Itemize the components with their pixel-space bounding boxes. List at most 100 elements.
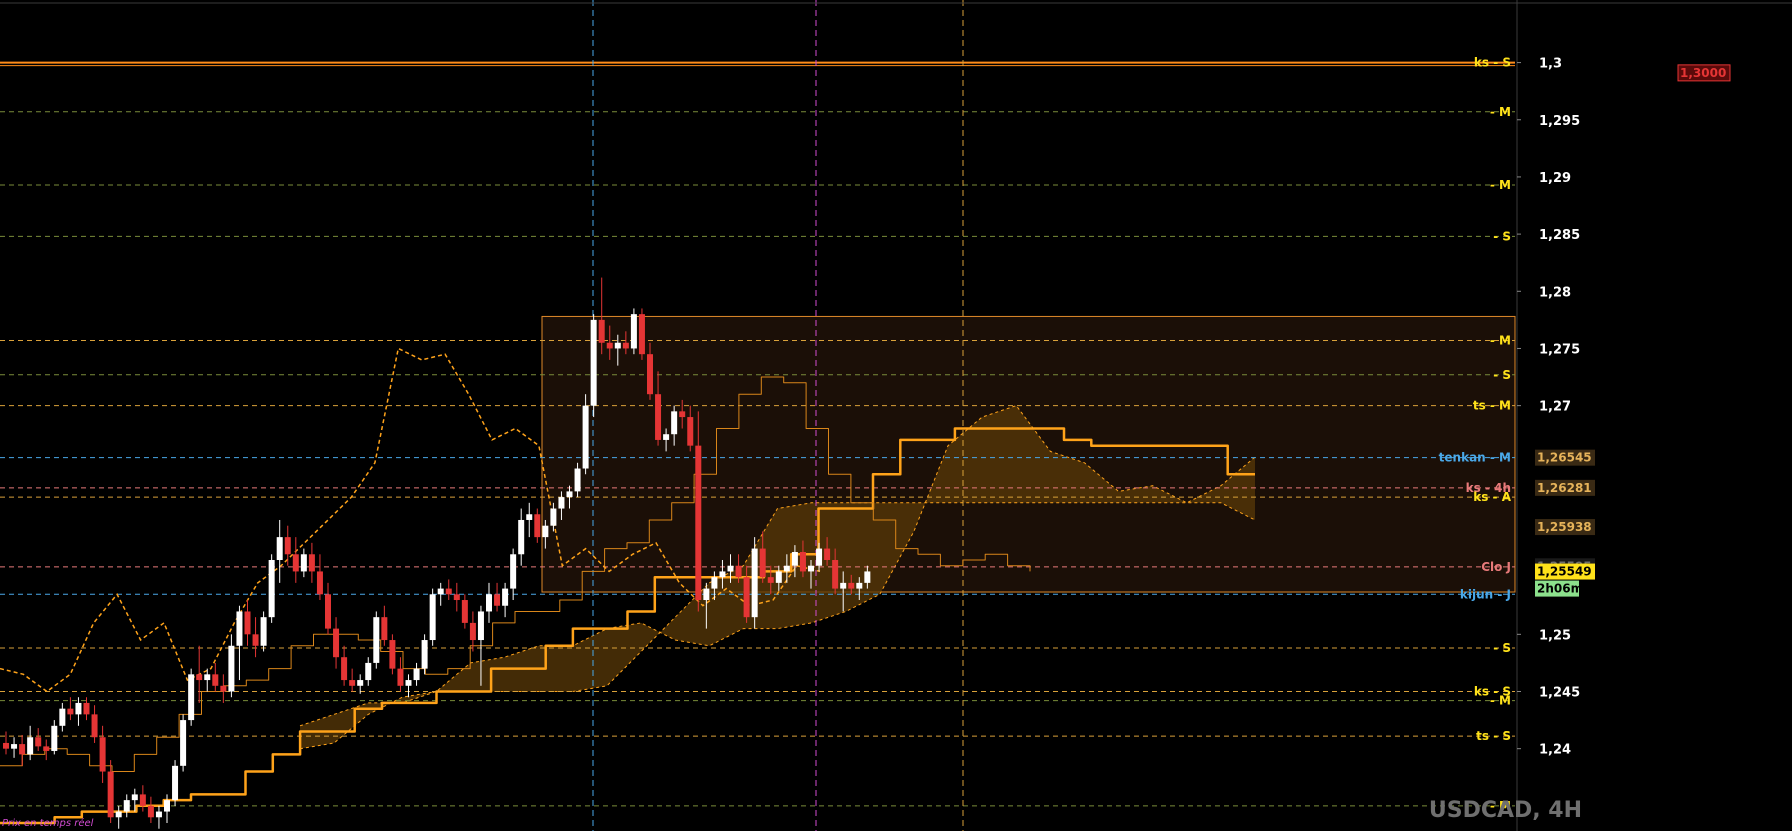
candle-body-65 xyxy=(526,514,533,520)
candle-body-73 xyxy=(590,319,597,406)
candle-body-12 xyxy=(99,737,106,772)
candle-body-59 xyxy=(477,611,484,641)
candle-body-4 xyxy=(35,737,42,747)
level-label-11: kijun - J xyxy=(1460,587,1511,601)
candle-body-107 xyxy=(864,571,871,583)
candle-body-25 xyxy=(204,674,211,681)
candle-body-84 xyxy=(679,411,686,418)
level-label-5: - S xyxy=(1493,368,1511,382)
candle-body-33 xyxy=(268,560,275,618)
candle-body-15 xyxy=(123,800,130,812)
candle-body-19 xyxy=(155,811,162,818)
candle-body-5 xyxy=(43,746,50,751)
candle-body-91 xyxy=(735,565,742,578)
candle-body-87 xyxy=(703,588,710,601)
level-label-1: - M xyxy=(1490,105,1511,119)
price-tag-text-6: 2h06m xyxy=(1537,582,1583,596)
level-label-10: Clo J xyxy=(1481,560,1511,574)
candle-body-68 xyxy=(550,508,557,526)
candle-body-43 xyxy=(349,680,356,686)
candle-body-17 xyxy=(139,794,146,806)
candle-body-96 xyxy=(775,571,782,583)
candle-body-85 xyxy=(687,417,694,446)
candle-body-88 xyxy=(711,577,718,589)
candle-body-89 xyxy=(719,571,726,578)
level-label-3: - S xyxy=(1493,229,1511,243)
candle-body-70 xyxy=(566,491,573,498)
candle-body-1 xyxy=(11,744,18,749)
candle-body-81 xyxy=(655,394,662,440)
candle-body-98 xyxy=(791,551,798,566)
candle-body-31 xyxy=(252,634,259,646)
candle-body-46 xyxy=(373,617,380,663)
candle-body-54 xyxy=(437,588,444,595)
candle-body-40 xyxy=(325,594,331,629)
candle-body-32 xyxy=(260,617,267,646)
candle-body-75 xyxy=(606,342,613,349)
candle-body-20 xyxy=(164,800,170,812)
symbol-watermark: USDCAD, 4H xyxy=(1428,798,1582,823)
price-tag-text-0: 1,3000 xyxy=(1680,66,1726,80)
candle-body-28 xyxy=(228,645,235,692)
candle-body-51 xyxy=(413,668,420,681)
candle-body-92 xyxy=(743,577,750,618)
candle-body-64 xyxy=(518,519,525,555)
level-label-4: - M xyxy=(1490,333,1511,347)
candle-body-52 xyxy=(421,640,428,669)
candle-body-72 xyxy=(582,405,589,469)
y-tick-label-5: 1,275 xyxy=(1539,342,1580,357)
y-tick-label-6: 1,27 xyxy=(1539,400,1571,415)
candle-body-74 xyxy=(598,319,605,343)
candle-body-55 xyxy=(445,588,452,595)
candle-body-34 xyxy=(276,537,283,560)
candle-body-99 xyxy=(799,551,806,572)
candle-body-90 xyxy=(727,565,734,572)
y-tick-label-8: 1,245 xyxy=(1539,686,1580,701)
candle-body-48 xyxy=(389,640,396,669)
candle-body-39 xyxy=(316,571,323,595)
candle-body-94 xyxy=(759,548,766,578)
candle-body-27 xyxy=(220,685,227,692)
candle-body-41 xyxy=(333,628,340,658)
candle-body-93 xyxy=(751,548,758,618)
price-tag-text-2: 1,26281 xyxy=(1537,481,1592,495)
candle-body-18 xyxy=(147,805,154,818)
price-tag-text-5: 1,25549 xyxy=(1537,565,1592,579)
candle-body-47 xyxy=(381,617,388,641)
y-tick-label-1: 1,295 xyxy=(1539,114,1580,129)
y-tick-label-0: 1,3 xyxy=(1539,57,1562,72)
candle-body-37 xyxy=(300,554,307,572)
candle-body-11 xyxy=(91,714,98,738)
candle-body-0 xyxy=(3,742,9,749)
candle-body-66 xyxy=(534,514,541,538)
level-label-14: - M xyxy=(1490,694,1511,708)
y-tick-label-2: 1,29 xyxy=(1539,171,1571,186)
candle-body-79 xyxy=(638,314,645,355)
candle-body-42 xyxy=(341,657,348,681)
candle-body-82 xyxy=(663,434,670,440)
candle-body-35 xyxy=(284,537,291,555)
candle-body-69 xyxy=(558,497,565,509)
level-label-6: ts - M xyxy=(1473,399,1511,413)
candle-body-97 xyxy=(783,565,790,572)
candle-body-63 xyxy=(510,554,517,589)
candle-body-60 xyxy=(486,594,492,612)
level-label-9: ks - A xyxy=(1473,490,1511,504)
price-tag-text-1: 1,26545 xyxy=(1537,451,1592,465)
level-label-2: - M xyxy=(1490,178,1511,192)
candle-body-10 xyxy=(83,702,90,715)
candle-body-53 xyxy=(429,594,436,641)
candle-body-22 xyxy=(180,720,187,766)
candle-body-78 xyxy=(630,314,637,349)
candle-body-106 xyxy=(856,582,863,589)
candlestick-chart[interactable]: ks - S - M - M - S - M - S ts - M tenkan - M ks … xyxy=(0,0,1792,831)
price-tag-text-3: 1,25938 xyxy=(1537,520,1592,534)
candle-body-13 xyxy=(107,771,114,818)
candle-body-45 xyxy=(365,662,372,681)
candle-body-24 xyxy=(196,674,203,681)
candle-body-14 xyxy=(115,811,122,818)
candle-body-29 xyxy=(236,611,243,646)
candle-body-103 xyxy=(832,560,839,589)
candle-body-21 xyxy=(172,765,179,801)
candle-body-16 xyxy=(131,794,138,801)
